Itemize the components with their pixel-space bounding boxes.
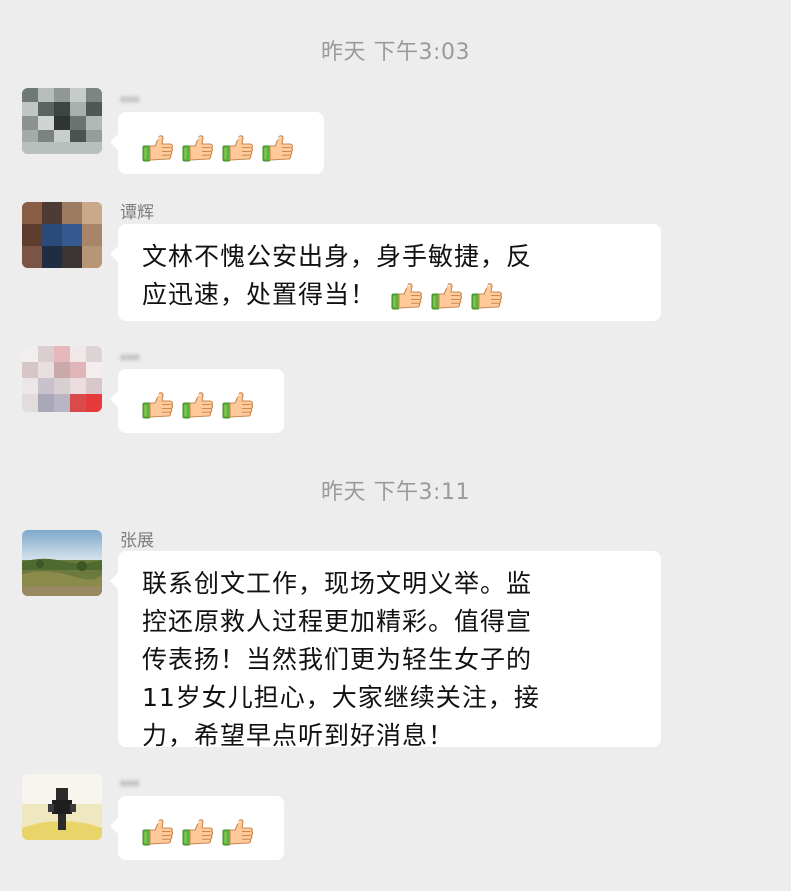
- thumbs-up-icon: [182, 389, 214, 421]
- thumbs-up-icon: [222, 132, 254, 164]
- message-text: 控还原救人过程更加精彩。值得宣: [142, 607, 533, 636]
- sender-name: ...: [120, 770, 140, 790]
- message-text: 联系创文工作，现场文明义举。监: [142, 569, 533, 598]
- thumbs-up-icon: [182, 132, 214, 164]
- message-text: 文林不愧公安出身，身手敏捷，反: [142, 242, 533, 271]
- thumbs-up-icon: [262, 132, 294, 164]
- avatar[interactable]: [22, 346, 102, 412]
- thumbs-up-icon: [471, 280, 503, 312]
- timestamp: 昨天 下午3:11: [321, 480, 470, 505]
- emoji-group: [391, 280, 503, 312]
- avatar[interactable]: [22, 202, 102, 268]
- emoji-group: [142, 816, 254, 848]
- sender-name: 张展: [120, 531, 154, 551]
- thumbs-up-icon: [142, 389, 174, 421]
- message-bubble[interactable]: 文林不愧公安出身，身手敏捷，反 应迅速，处置得当！: [110, 224, 661, 321]
- sender-name: ...: [120, 86, 140, 106]
- sender-name: 谭辉: [120, 203, 154, 223]
- avatar[interactable]: [22, 88, 102, 154]
- message-text: 传表扬！当然我们更为轻生女子的: [142, 645, 533, 674]
- message-bubble[interactable]: 联系创文工作，现场文明义举。监 控还原救人过程更加精彩。值得宣 传表扬！当然我们…: [110, 551, 661, 750]
- chat-view: 昨天 下午3:03 ... 谭辉 文林不愧公安出身，身手敏捷，反 应迅速，处置得…: [0, 0, 791, 891]
- thumbs-up-icon: [142, 132, 174, 164]
- message-text: 应迅速，处置得当！: [142, 280, 377, 309]
- emoji-group: [142, 132, 294, 164]
- emoji-group: [142, 389, 254, 421]
- thumbs-up-icon: [222, 816, 254, 848]
- thumbs-up-icon: [142, 816, 174, 848]
- message-text-line: 应迅速，处置得当！: [142, 276, 637, 314]
- avatar[interactable]: [22, 530, 102, 596]
- thumbs-up-icon: [431, 280, 463, 312]
- avatar[interactable]: [22, 774, 102, 840]
- message-bubble[interactable]: [110, 369, 284, 433]
- timestamp: 昨天 下午3:03: [321, 40, 470, 65]
- thumbs-up-icon: [182, 816, 214, 848]
- thumbs-up-icon: [222, 389, 254, 421]
- message-bubble[interactable]: [110, 796, 284, 860]
- message-text: 力，希望早点听到好消息！: [142, 721, 455, 750]
- message-bubble[interactable]: [110, 112, 324, 174]
- message-text: 11岁女儿担心，大家继续关注，接: [142, 683, 540, 712]
- sender-name: ...: [120, 344, 140, 364]
- thumbs-up-icon: [391, 280, 423, 312]
